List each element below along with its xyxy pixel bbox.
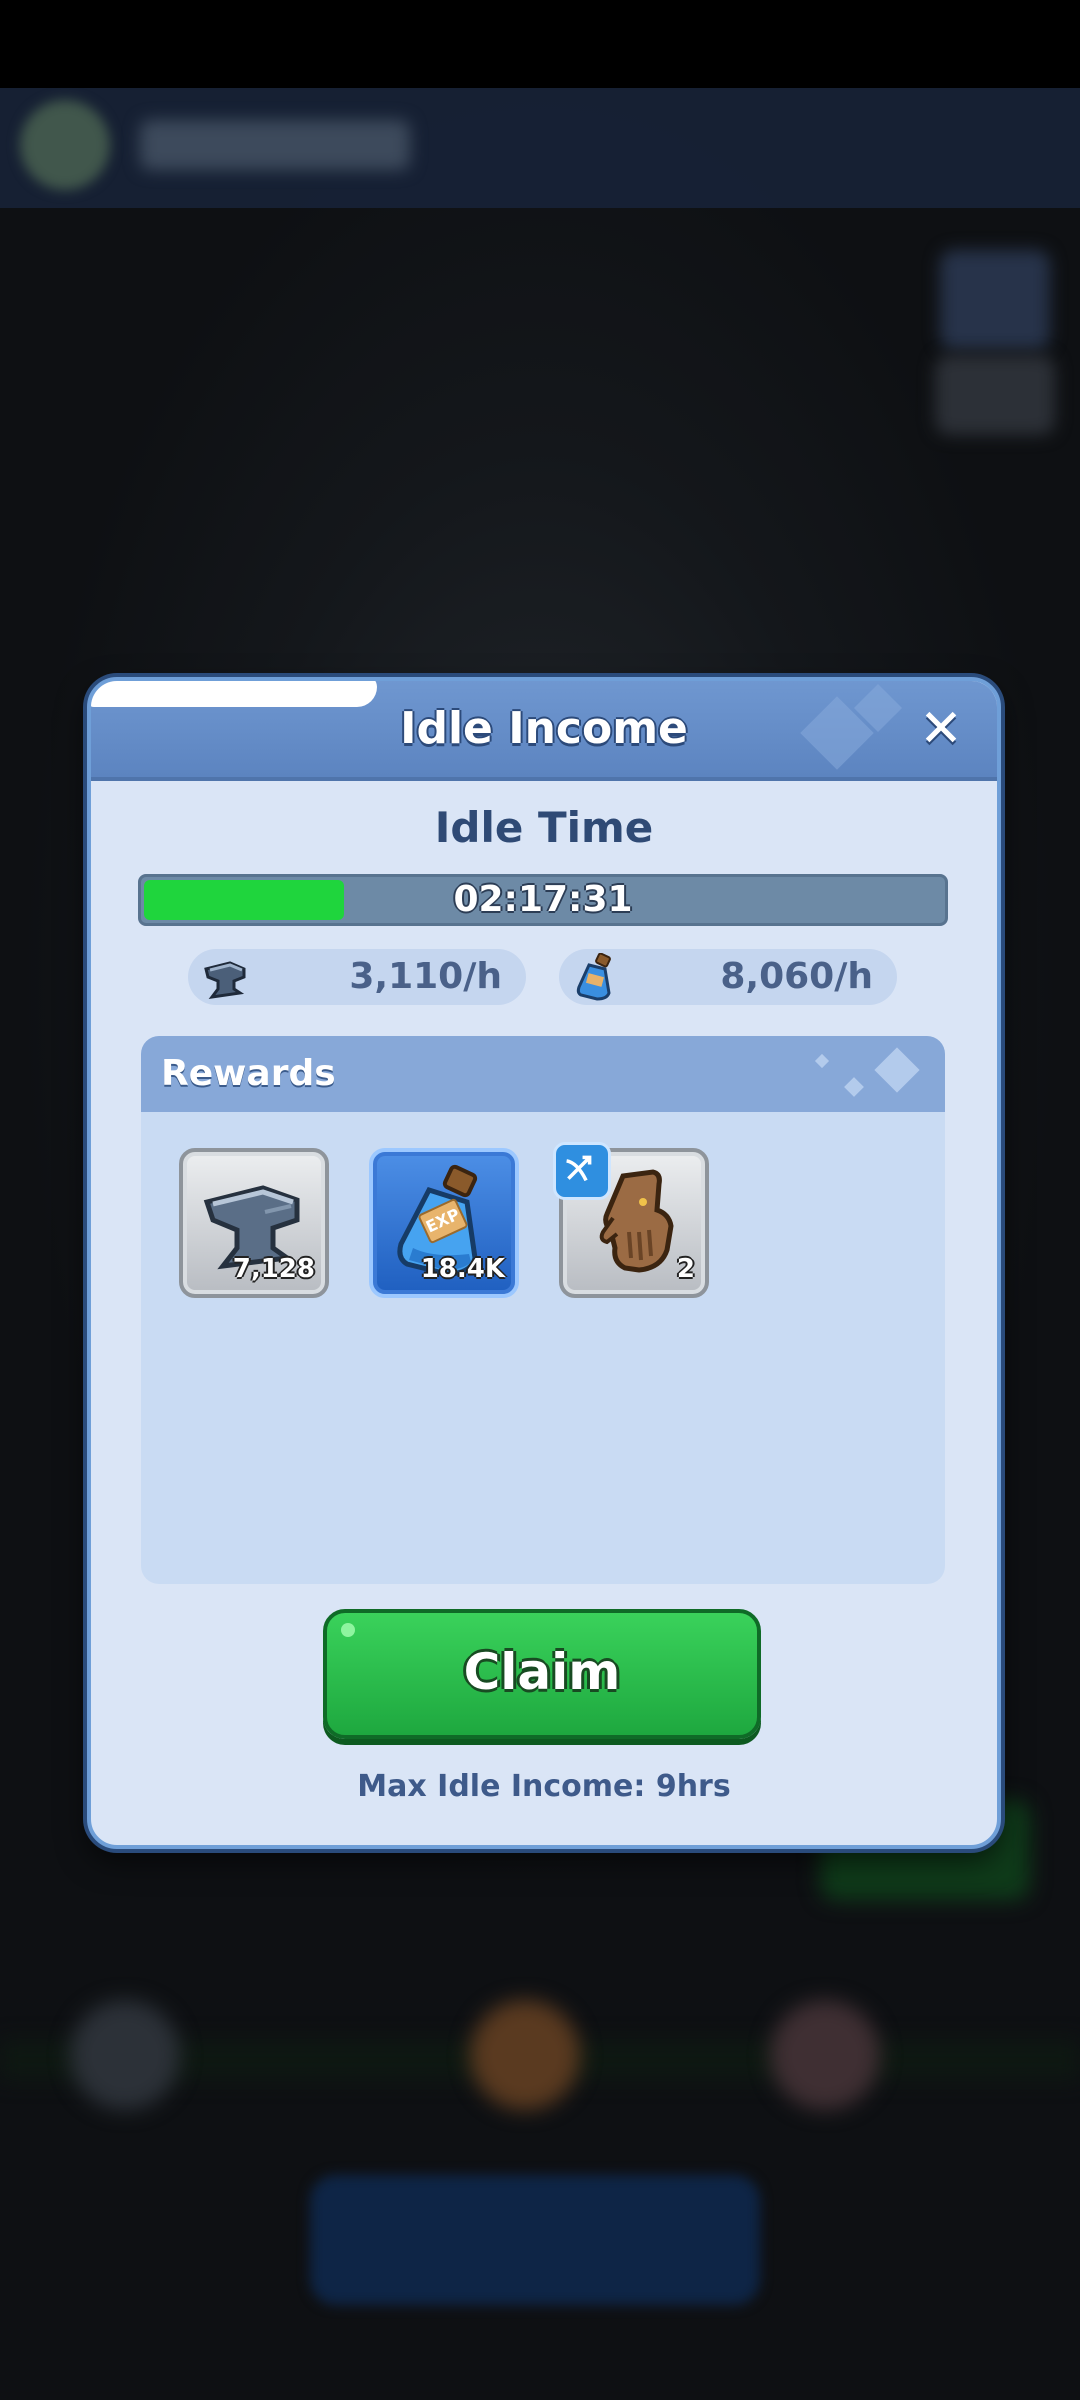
claim-button[interactable]: Claim <box>323 1609 761 1739</box>
rewards-panel: Rewards <box>141 1036 945 1584</box>
iron-rate-value: 3,110/h <box>349 956 502 997</box>
popup-title: Idle Income <box>400 703 688 754</box>
idle-income-popup: Idle Income ✕ Idle Time 02:17:31 3,110/h… <box>87 677 1001 1849</box>
reward-count: 18.4K <box>420 1254 505 1284</box>
idle-time-label: Idle Time <box>434 803 654 852</box>
background-avatar <box>20 100 110 190</box>
background-side-label <box>935 355 1055 435</box>
background-stage-node <box>470 2000 580 2110</box>
background-stage-node <box>70 2000 180 2110</box>
rewards-title: Rewards <box>161 1053 336 1094</box>
background-side-button <box>940 250 1050 350</box>
background-stage-node <box>770 2000 880 2110</box>
close-button[interactable]: ✕ <box>913 701 969 757</box>
reward-item-glove[interactable]: 2 <box>553 1142 709 1298</box>
iron-anvil-icon <box>204 961 246 999</box>
idle-timer: 02:17:31 <box>453 879 633 920</box>
rewards-diamond-decoration <box>844 1077 864 1097</box>
reward-item-exp-potion[interactable]: EXP 18.4K <box>369 1148 519 1298</box>
background-main-button <box>310 2175 760 2305</box>
iron-rate-pill: 3,110/h <box>188 949 526 1005</box>
status-bar <box>0 0 1080 88</box>
rewards-header: Rewards <box>141 1036 945 1112</box>
reward-item-iron[interactable]: 7,128 <box>179 1148 329 1298</box>
idle-progress-bar: 02:17:31 <box>138 874 948 926</box>
background-title <box>140 120 410 170</box>
rewards-diamond-decoration <box>874 1047 920 1093</box>
max-idle-income-text: Max Idle Income: 9hrs <box>357 1769 731 1804</box>
reward-count: 7,128 <box>232 1254 315 1284</box>
exp-rate-value: 8,060/h <box>720 956 873 997</box>
rewards-diamond-decoration <box>814 1053 830 1069</box>
reward-count: 2 <box>676 1254 695 1284</box>
claim-label: Claim <box>463 1643 621 1701</box>
popup-header: Idle Income ✕ <box>91 681 997 781</box>
exp-potion-icon <box>576 953 611 1001</box>
exp-rate-pill: 8,060/h <box>559 949 897 1005</box>
archer-class-icon <box>553 1142 611 1200</box>
